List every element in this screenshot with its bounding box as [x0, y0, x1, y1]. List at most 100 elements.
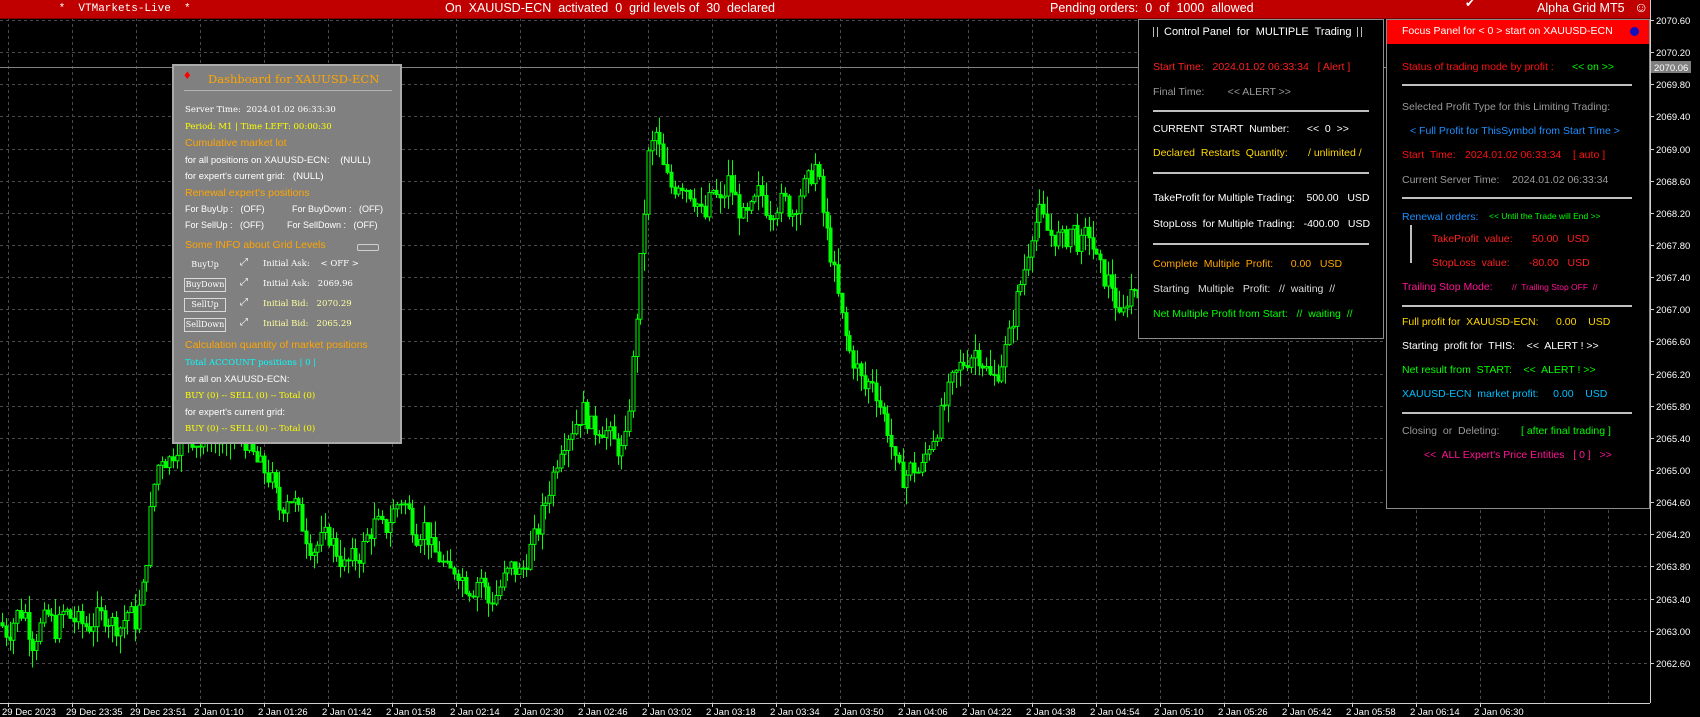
- buyup-button[interactable]: BuyUp: [184, 258, 226, 272]
- sellup-button[interactable]: SellUp: [184, 298, 226, 312]
- candle-body: [703, 205, 708, 218]
- candle-body: [741, 207, 746, 219]
- link-icon: ⤢: [240, 277, 248, 288]
- x-tick-label: 2 Jan 06:30: [1474, 707, 1524, 717]
- calc-title: Calculation quantity of market positions: [185, 339, 368, 351]
- sl-value-label: StopLoss value:: [1432, 257, 1510, 269]
- x-tick-label: 29 Dec 2023: [2, 707, 56, 717]
- candle-body: [403, 503, 408, 506]
- candle-body: [540, 505, 545, 535]
- buydown-button[interactable]: BuyDown: [184, 278, 226, 292]
- link-icon: ⤢: [240, 297, 248, 308]
- control-panel[interactable]: Control Panel for MULTIPLE Trading Start…: [1138, 19, 1384, 339]
- candle-body: [114, 616, 119, 637]
- control-title: Control Panel for MULTIPLE Trading: [1164, 26, 1352, 38]
- candle-body: [1113, 287, 1118, 309]
- candle-body: [274, 472, 279, 488]
- candle-body: [281, 509, 286, 514]
- candle-body: [935, 437, 940, 442]
- candle-body: [1022, 269, 1027, 286]
- candle-body: [893, 446, 898, 456]
- candle-body: [133, 606, 138, 630]
- candle-body: [923, 453, 928, 463]
- candle-body: [99, 607, 104, 612]
- focus-panel[interactable]: Focus Panel for < 0 > start on XAUUSD-EC…: [1386, 19, 1650, 509]
- candle-body: [395, 504, 400, 510]
- candle-body: [27, 612, 32, 640]
- candle-body: [977, 349, 982, 367]
- candle-body: [1011, 325, 1016, 329]
- start-time: Start Time: 2024.01.02 06:33:34 [ Alert …: [1153, 61, 1351, 73]
- x-tick-label: 29 Dec 23:35: [66, 707, 123, 717]
- net-result-start: Net result from START: << ALERT ! >>: [1402, 364, 1596, 376]
- candle-body: [764, 194, 769, 216]
- y-tick-label: 2067.80: [1656, 241, 1690, 252]
- candle-body: [327, 526, 332, 546]
- candle-body: [296, 498, 301, 505]
- candle-body: [144, 564, 149, 583]
- tp-value: 50.00 USD: [1532, 233, 1590, 245]
- tp-value-label: TakeProfit value:: [1432, 233, 1513, 245]
- y-tick-label: 2070.20: [1656, 48, 1690, 59]
- candle-body: [141, 581, 146, 606]
- status-mode-value: << on >>: [1572, 61, 1615, 73]
- candle-body: [106, 625, 111, 628]
- candle-body: [714, 189, 719, 196]
- candle-body: [1018, 284, 1023, 293]
- candle-body: [650, 140, 655, 152]
- candle-body: [490, 602, 495, 605]
- dashboard-panel[interactable]: ♦ Dashboard for XAUUSD-ECN Server Time: …: [172, 64, 402, 444]
- candle-body: [76, 610, 81, 623]
- smile-icon[interactable]: ☺: [1634, 0, 1648, 15]
- candle-body: [840, 292, 845, 314]
- y-tick-label: 2065.80: [1656, 402, 1690, 413]
- candle-body: [954, 369, 959, 373]
- y-tick-label: 2064.60: [1656, 498, 1690, 509]
- grid-level-info: Initial Bid: 2070.29: [263, 299, 352, 309]
- candle-body: [1087, 226, 1092, 239]
- trailing-value: // Trailing Stop OFF //: [1512, 282, 1598, 292]
- grid-info-toggle[interactable]: [357, 244, 379, 251]
- candle-body: [1037, 203, 1042, 223]
- candle-body: [912, 462, 917, 474]
- candle-body: [11, 622, 16, 641]
- candle-body: [961, 361, 966, 367]
- candle-body: [437, 551, 442, 563]
- y-tick-label: 2068.60: [1656, 177, 1690, 188]
- y-tick-label: 2063.80: [1656, 562, 1690, 573]
- candle-body: [46, 609, 51, 615]
- candle-body: [513, 561, 518, 575]
- candle-body: [920, 461, 925, 473]
- candle-body: [475, 582, 480, 598]
- candle-body: [483, 577, 488, 588]
- candle-body: [536, 528, 541, 535]
- grid-status-text: On XAUUSD-ECN activated 0 grid levels of…: [445, 1, 776, 15]
- candle-body: [15, 610, 20, 624]
- candle-body: [825, 211, 830, 229]
- candle-body: [1056, 231, 1061, 247]
- candle-body: [118, 627, 123, 637]
- candle-body: [722, 195, 727, 199]
- candle-body: [471, 595, 476, 598]
- candle-body: [832, 261, 837, 266]
- candle-body: [828, 227, 833, 263]
- price-entities[interactable]: << ALL Expert's Price Entities [ 0 ] >>: [1424, 449, 1612, 461]
- candle-body: [346, 559, 351, 562]
- candle-body: [547, 494, 552, 504]
- y-tick-label: 2070.60: [1656, 16, 1690, 27]
- selldown-button[interactable]: SellDown: [184, 318, 226, 332]
- grid-level-info: Initial Bid: 2065.29: [263, 319, 352, 329]
- candle-body: [49, 613, 54, 616]
- candle-body: [0, 622, 5, 627]
- candle-body: [604, 430, 609, 438]
- candle-body: [836, 264, 841, 294]
- cumulative-title: Cumulative market lot: [185, 137, 287, 149]
- candle-body: [904, 474, 909, 489]
- candle-body: [338, 555, 343, 568]
- candle-body: [1060, 229, 1065, 233]
- candle-body: [137, 604, 142, 630]
- x-tick-label: 2 Jan 01:58: [386, 707, 436, 717]
- status-dot-icon[interactable]: [1630, 27, 1639, 36]
- candle-body: [642, 213, 647, 254]
- focus-start-label: Start Time:: [1402, 149, 1456, 161]
